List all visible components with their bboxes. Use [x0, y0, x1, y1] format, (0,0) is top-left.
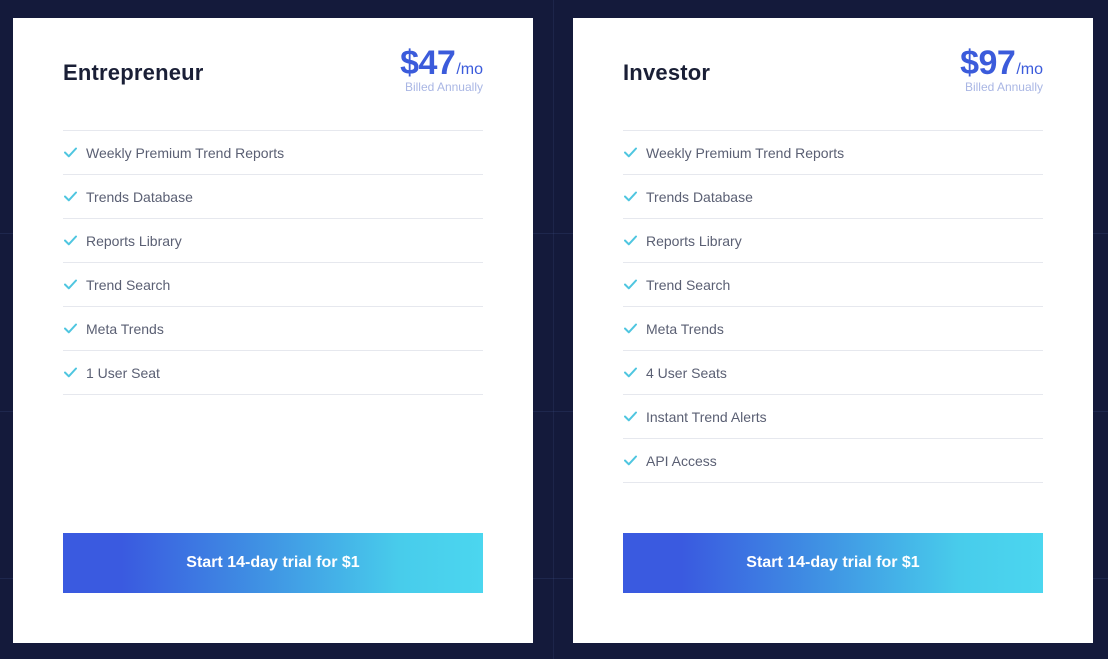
- feature-item: Trends Database: [623, 174, 1043, 218]
- check-icon: [624, 235, 637, 246]
- feature-item: 4 User Seats: [623, 350, 1043, 394]
- check-icon: [624, 191, 637, 202]
- check-icon: [624, 367, 637, 378]
- feature-label: Weekly Premium Trend Reports: [646, 144, 845, 161]
- check-icon: [64, 191, 77, 202]
- feature-label: Instant Trend Alerts: [646, 408, 767, 425]
- feature-item: Weekly Premium Trend Reports: [623, 130, 1043, 174]
- feature-item: Meta Trends: [623, 306, 1043, 350]
- feature-label: API Access: [646, 452, 717, 469]
- feature-label: Trend Search: [86, 276, 171, 293]
- check-icon: [624, 455, 637, 466]
- feature-item: Meta Trends: [63, 306, 483, 350]
- plan-price: $47: [400, 44, 456, 82]
- feature-list: Weekly Premium Trend Reports Trends Datab…: [63, 130, 483, 395]
- feature-label: Meta Trends: [646, 320, 724, 337]
- check-icon: [64, 279, 77, 290]
- check-icon: [64, 147, 77, 158]
- billing-note: Billed Annually: [404, 80, 483, 94]
- feature-label: Trend Search: [646, 276, 731, 293]
- feature-item: Reports Library: [63, 218, 483, 262]
- feature-item: Weekly Premium Trend Reports: [63, 130, 483, 174]
- feature-item: Trend Search: [623, 262, 1043, 306]
- pricing-card-entrepreneur: Entrepreneur $47/mo Billed Annually Week…: [13, 18, 533, 643]
- check-icon: [624, 279, 637, 290]
- price-block: $97/mo Billed Annually: [960, 44, 1043, 94]
- pricing-card-investor: Investor $97/mo Billed Annually Weekly P…: [573, 18, 1093, 643]
- check-icon: [64, 367, 77, 378]
- feature-label: Trends Database: [86, 188, 193, 205]
- price-block: $47/mo Billed Annually: [400, 44, 483, 94]
- plan-name: Entrepreneur: [63, 60, 204, 85]
- check-icon: [64, 323, 77, 334]
- feature-item: Instant Trend Alerts: [623, 394, 1043, 438]
- check-icon: [624, 147, 637, 158]
- feature-item: 1 User Seat: [63, 350, 483, 395]
- check-icon: [624, 411, 637, 422]
- feature-label: Reports Library: [646, 232, 742, 249]
- feature-list: Weekly Premium Trend Reports Trends Datab…: [623, 130, 1043, 483]
- feature-item: Trends Database: [63, 174, 483, 218]
- start-trial-button[interactable]: Start 14-day trial for $1: [63, 533, 483, 593]
- price-period: /mo: [1016, 61, 1043, 78]
- feature-label: 1 User Seat: [86, 364, 160, 381]
- feature-item: Trend Search: [63, 262, 483, 306]
- feature-label: Meta Trends: [86, 320, 164, 337]
- price-period: /mo: [456, 61, 483, 78]
- plan-name: Investor: [623, 60, 711, 85]
- start-trial-button[interactable]: Start 14-day trial for $1: [623, 533, 1043, 593]
- background-grid-line: [553, 0, 554, 659]
- feature-item: Reports Library: [623, 218, 1043, 262]
- feature-label: Reports Library: [86, 232, 182, 249]
- feature-label: Weekly Premium Trend Reports: [86, 144, 285, 161]
- billing-note: Billed Annually: [964, 80, 1043, 94]
- feature-label: Trends Database: [646, 188, 753, 205]
- check-icon: [64, 235, 77, 246]
- check-icon: [624, 323, 637, 334]
- feature-item: API Access: [623, 438, 1043, 483]
- feature-label: 4 User Seats: [646, 364, 727, 381]
- plan-price: $97: [960, 44, 1016, 82]
